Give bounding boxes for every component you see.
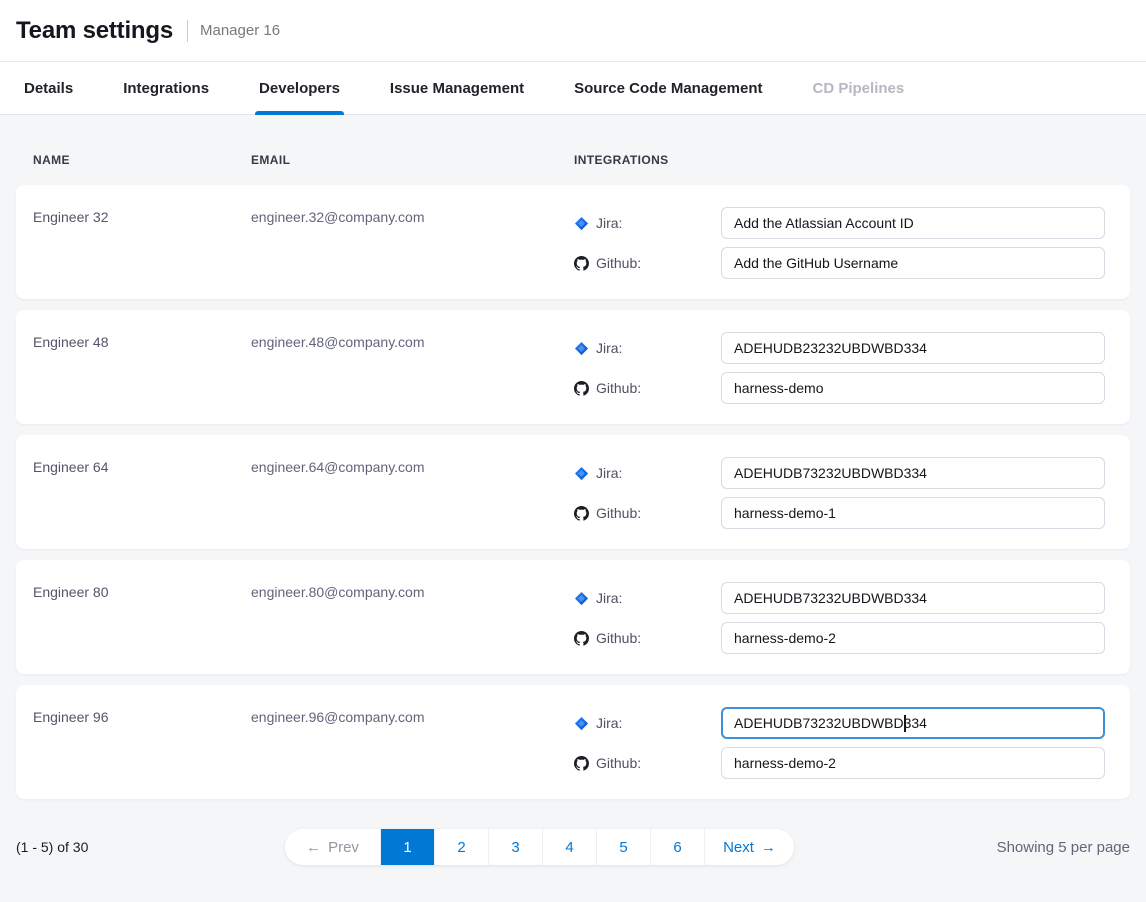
page-title: Team settings <box>16 17 173 45</box>
github-label: Github: <box>596 755 641 771</box>
jira-label: Jira: <box>596 465 622 481</box>
column-header-email: Email <box>251 153 574 167</box>
table-header: Name Email Integrations <box>0 153 1146 167</box>
github-label: Github: <box>596 630 641 646</box>
right-arrow-icon: → <box>761 839 776 856</box>
github-icon <box>574 506 589 521</box>
left-arrow-icon: ← <box>306 839 321 856</box>
github-icon <box>574 256 589 271</box>
developer-name: Engineer 96 <box>33 707 251 799</box>
github-icon <box>574 631 589 646</box>
tab-issue-management[interactable]: Issue Management <box>390 62 524 115</box>
text-caret <box>904 715 906 732</box>
developer-email: engineer.48@company.com <box>251 332 574 424</box>
developer-name: Engineer 80 <box>33 582 251 674</box>
prev-page-button: ← Prev <box>285 829 380 865</box>
github-username-input[interactable] <box>721 247 1105 279</box>
tab-cd-pipelines: CD Pipelines <box>813 62 905 115</box>
page-button-6[interactable]: 6 <box>650 829 704 865</box>
table-row: Engineer 48 engineer.48@company.com Jira… <box>16 310 1130 424</box>
developer-email: engineer.64@company.com <box>251 457 574 549</box>
table-row: Engineer 32 engineer.32@company.com Jira… <box>16 185 1130 299</box>
developer-name: Engineer 32 <box>33 207 251 299</box>
tab-details[interactable]: Details <box>24 62 73 115</box>
github-username-input[interactable] <box>721 622 1105 654</box>
page-button-1[interactable]: 1 <box>380 829 434 865</box>
per-page-text: Showing 5 per page <box>794 839 1130 856</box>
github-label: Github: <box>596 505 641 521</box>
pagination-bar: (1 - 5) of 30 ← Prev 1 2 3 4 5 6 Next → … <box>0 829 1146 865</box>
github-icon <box>574 756 589 771</box>
pagination-range: (1 - 5) of 30 <box>16 839 276 855</box>
jira-icon <box>574 216 589 231</box>
prev-label: Prev <box>328 839 359 856</box>
developer-name: Engineer 48 <box>33 332 251 424</box>
column-header-name: Name <box>33 153 251 167</box>
page-button-5[interactable]: 5 <box>596 829 650 865</box>
next-label: Next <box>723 839 754 856</box>
jira-account-input[interactable] <box>721 582 1105 614</box>
github-label: Github: <box>596 255 641 271</box>
jira-account-input[interactable] <box>721 457 1105 489</box>
title-divider <box>187 20 188 42</box>
next-page-button[interactable]: Next → <box>704 829 794 865</box>
jira-icon <box>574 466 589 481</box>
developer-email: engineer.32@company.com <box>251 207 574 299</box>
table-row: Engineer 96 engineer.96@company.com Jira… <box>16 685 1130 799</box>
jira-label: Jira: <box>596 715 622 731</box>
tab-integrations[interactable]: Integrations <box>123 62 209 115</box>
github-username-input[interactable] <box>721 497 1105 529</box>
github-icon <box>574 381 589 396</box>
column-header-integrations: Integrations <box>574 153 1146 167</box>
github-username-input[interactable] <box>721 747 1105 779</box>
jira-account-input[interactable] <box>721 207 1105 239</box>
page-header: Team settings Manager 16 <box>0 0 1146 62</box>
page-subtitle: Manager 16 <box>200 22 280 39</box>
jira-icon <box>574 341 589 356</box>
table-row: Engineer 64 engineer.64@company.com Jira… <box>16 435 1130 549</box>
jira-label: Jira: <box>596 215 622 231</box>
table-row: Engineer 80 engineer.80@company.com Jira… <box>16 560 1130 674</box>
page-button-3[interactable]: 3 <box>488 829 542 865</box>
page-button-2[interactable]: 2 <box>434 829 488 865</box>
jira-icon <box>574 591 589 606</box>
github-username-input[interactable] <box>721 372 1105 404</box>
developer-email: engineer.96@company.com <box>251 707 574 799</box>
tab-source-code-management[interactable]: Source Code Management <box>574 62 762 115</box>
tabbar: Details Integrations Developers Issue Ma… <box>0 62 1146 115</box>
developers-panel: Name Email Integrations Engineer 32 engi… <box>0 115 1146 902</box>
jira-icon <box>574 716 589 731</box>
developer-email: engineer.80@company.com <box>251 582 574 674</box>
github-label: Github: <box>596 380 641 396</box>
jira-label: Jira: <box>596 590 622 606</box>
developer-name: Engineer 64 <box>33 457 251 549</box>
jira-account-input-focused[interactable] <box>721 707 1105 739</box>
jira-account-input[interactable] <box>721 332 1105 364</box>
tab-developers[interactable]: Developers <box>259 62 340 115</box>
jira-label: Jira: <box>596 340 622 356</box>
page-button-4[interactable]: 4 <box>542 829 596 865</box>
pager: ← Prev 1 2 3 4 5 6 Next → <box>285 829 794 865</box>
